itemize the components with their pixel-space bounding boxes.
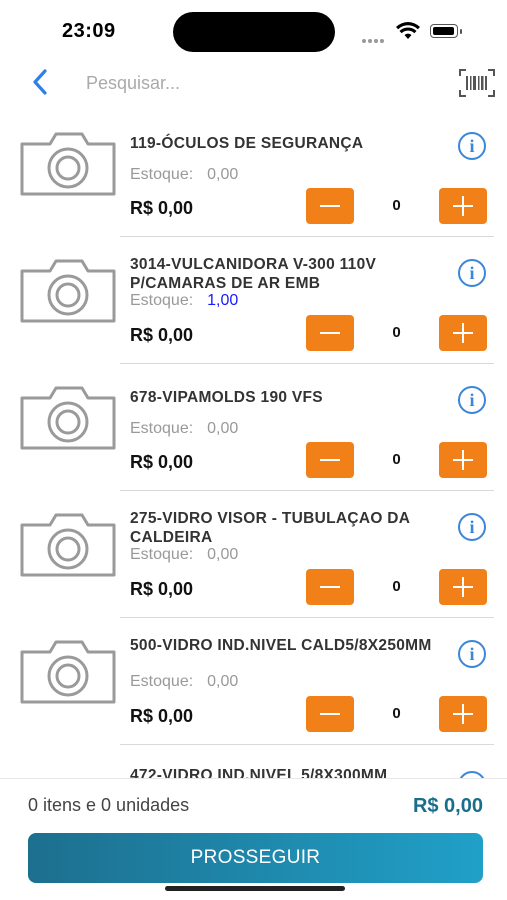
decrease-button[interactable] [306,442,354,478]
product-list[interactable]: 119-ÓCULOS DE SEGURANÇA i Estoque: 0,00 R… [0,110,507,778]
status-bar: 23:09 [0,0,507,58]
info-button[interactable]: i [458,386,486,414]
info-button[interactable]: i [458,640,486,668]
stock-label: Estoque: [130,420,194,437]
product-details: 500-VIDRO IND.NIVEL CALD5/8X250MM i Esto… [120,618,494,745]
back-button[interactable] [26,64,56,100]
stock-line: Estoque: 0,00 [130,420,238,438]
decrease-button[interactable] [306,696,354,732]
stock-value: 0,00 [207,166,239,183]
stock-label: Estoque: [130,166,194,183]
quantity-stepper: 0 [306,442,487,478]
info-icon: i [469,517,475,537]
quantity-stepper: 0 [306,315,487,351]
quantity-stepper: 0 [306,569,487,605]
info-button[interactable]: i [458,259,486,287]
battery-icon [430,24,462,38]
stock-value: 0,00 [207,546,239,563]
quantity-stepper: 0 [306,188,487,224]
decrease-button[interactable] [306,188,354,224]
product-name: 678-VIPAMOLDS 190 VFS [130,389,323,406]
product-price: R$ 0,00 [130,452,194,472]
product-details: 119-ÓCULOS DE SEGURANÇA i Estoque: 0,00 R… [120,110,494,237]
quantity-value[interactable]: 0 [354,188,439,224]
stock-label: Estoque: [130,673,194,690]
dynamic-island [173,12,335,52]
increase-button[interactable] [439,188,487,224]
cellular-signal-icon [362,30,386,48]
product-price: R$ 0,00 [130,579,194,599]
camera-icon [20,640,116,704]
product-row: 3014-VULCANIDORA V-300 110V P/CAMARAS DE… [0,237,507,364]
camera-icon [20,132,116,196]
status-time: 23:09 [62,20,116,42]
quantity-value[interactable]: 0 [354,442,439,478]
cart-total: R$ 0,00 [412,795,483,817]
product-price: R$ 0,00 [130,325,194,345]
product-row: 119-ÓCULOS DE SEGURANÇA i Estoque: 0,00 R… [0,110,507,237]
stock-value: 0,00 [207,673,239,690]
stock-line: Estoque: 0,00 [130,546,238,564]
proceed-button[interactable]: PROSSEGUIR [28,833,483,883]
info-button[interactable]: i [458,513,486,541]
wifi-icon [396,22,420,39]
product-name: 119-ÓCULOS DE SEGURANÇA [130,135,364,152]
camera-icon [20,259,116,323]
product-details: 3014-VULCANIDORA V-300 110V P/CAMARAS DE… [120,237,494,364]
camera-icon [20,386,116,450]
search-input[interactable] [86,68,426,98]
product-row: 472-VIDRO IND.NIVEL 5/8X300MM i [0,745,507,778]
stock-line: Estoque: 0,00 [130,166,238,184]
product-price: R$ 0,00 [130,198,194,218]
status-icons [362,20,472,44]
stock-label: Estoque: [130,292,194,309]
chevron-left-icon [33,69,47,95]
stock-line: Estoque: 0,00 [130,673,238,691]
info-button[interactable]: i [458,771,486,778]
product-row: 275-VIDRO VISOR - TUBULAÇAO DA CALDEIRA … [0,491,507,618]
product-row: 678-VIPAMOLDS 190 VFS i Estoque: 0,00 R$ … [0,364,507,491]
product-details: 678-VIPAMOLDS 190 VFS i Estoque: 0,00 R$ … [120,364,494,491]
cart-summary: 0 itens e 0 unidades [28,795,190,815]
product-details: 275-VIDRO VISOR - TUBULAÇAO DA CALDEIRA … [120,491,494,618]
info-button[interactable]: i [458,132,486,160]
stock-value: 1,00 [207,292,239,309]
barcode-scanner-icon [459,69,495,97]
quantity-value[interactable]: 0 [354,569,439,605]
product-details: 472-VIDRO IND.NIVEL 5/8X300MM i [120,745,494,778]
quantity-value[interactable]: 0 [354,315,439,351]
increase-button[interactable] [439,315,487,351]
order-footer: 0 itens e 0 unidades R$ 0,00 PROSSEGUIR [0,778,507,900]
barcode-scan-button[interactable] [458,68,496,98]
product-price: R$ 0,00 [130,706,194,726]
increase-button[interactable] [439,442,487,478]
product-name: 500-VIDRO IND.NIVEL CALD5/8X250MM [130,637,432,654]
camera-icon [20,513,116,577]
home-indicator [165,886,345,891]
product-name: 275-VIDRO VISOR - TUBULAÇAO DA CALDEIRA [130,510,410,546]
stock-line: Estoque: 1,00 [130,292,238,310]
product-name: 472-VIDRO IND.NIVEL 5/8X300MM [130,767,388,778]
increase-button[interactable] [439,696,487,732]
quantity-value[interactable]: 0 [354,696,439,732]
product-row: 500-VIDRO IND.NIVEL CALD5/8X250MM i Esto… [0,618,507,745]
stock-value: 0,00 [207,420,239,437]
decrease-button[interactable] [306,569,354,605]
product-name: 3014-VULCANIDORA V-300 110V P/CAMARAS DE… [130,256,377,292]
search-header [0,58,507,108]
info-icon: i [469,136,475,156]
info-icon: i [469,390,475,410]
stock-label: Estoque: [130,546,194,563]
decrease-button[interactable] [306,315,354,351]
info-icon: i [469,263,475,283]
info-icon: i [469,644,475,664]
increase-button[interactable] [439,569,487,605]
quantity-stepper: 0 [306,696,487,732]
